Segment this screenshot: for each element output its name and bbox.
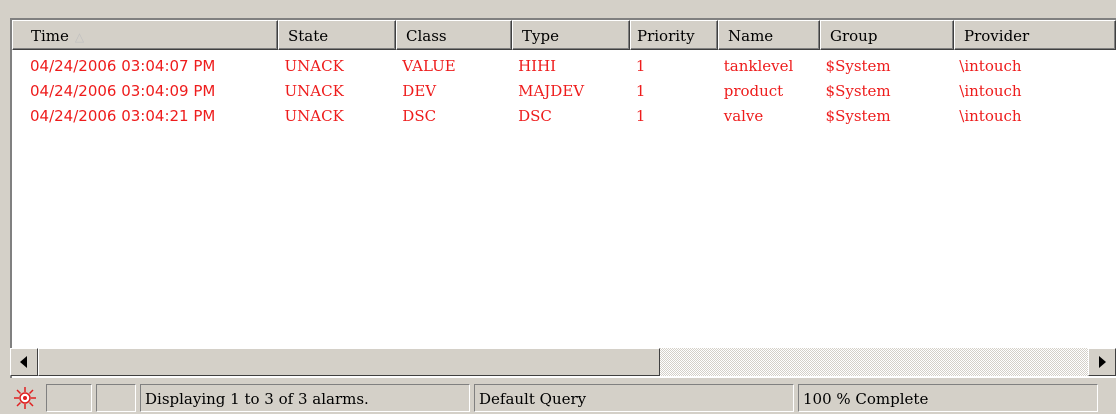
cell-provider: \intouch — [959, 82, 1022, 100]
cell-provider: \intouch — [959, 57, 1022, 75]
column-header-label: Provider — [964, 27, 1030, 45]
scrollbar-track[interactable] — [38, 348, 1088, 376]
cell-class: DSC — [402, 107, 437, 125]
horizontal-scrollbar[interactable] — [10, 348, 1116, 376]
cell-class: VALUE — [402, 57, 456, 75]
column-header-label: Name — [728, 27, 774, 45]
column-header-label: Group — [830, 27, 878, 45]
cell-class: DEV — [402, 82, 437, 100]
cell-priority: 1 — [635, 82, 646, 100]
cell-name: tanklevel — [723, 57, 794, 75]
scroll-right-button[interactable] — [1088, 348, 1116, 376]
cell-priority: 1 — [635, 57, 646, 75]
scroll-right-arrow-icon — [1099, 356, 1106, 368]
cell-type: HIHI — [518, 57, 557, 75]
alarm-indicator — [8, 384, 42, 412]
status-panel-empty-1 — [46, 384, 92, 412]
cell-state: UNACK — [284, 107, 344, 125]
scroll-left-arrow-icon — [20, 356, 27, 368]
alarm-light-icon — [14, 387, 36, 409]
table-row[interactable]: 04/24/2006 03:04:21 PM UNACK DSC DSC 1 v… — [12, 102, 1116, 127]
sort-ascending-icon: △ — [74, 30, 85, 44]
alarm-grid: Time △ State Class Type Priority Name Gro… — [10, 18, 1116, 378]
scrollbar-thumb[interactable] — [38, 348, 660, 376]
column-header-label: Priority — [637, 27, 695, 45]
column-header-label: Time — [31, 27, 69, 45]
cell-type: MAJDEV — [518, 82, 585, 100]
column-header-group[interactable]: Group — [820, 20, 954, 50]
status-progress: 100 % Complete — [798, 384, 1098, 412]
cell-state: UNACK — [284, 57, 344, 75]
scroll-left-button[interactable] — [10, 348, 38, 376]
column-header-label: State — [288, 27, 329, 45]
cell-type: DSC — [518, 107, 552, 125]
cell-time: 04/24/2006 03:04:07 PM — [30, 57, 216, 75]
alarm-rows: 04/24/2006 03:04:07 PM UNACK VALUE HIHI … — [12, 52, 1116, 127]
status-bar: Displaying 1 to 3 of 3 alarms. Default Q… — [0, 382, 1116, 414]
cell-group: $System — [825, 82, 891, 100]
cell-name: product — [723, 82, 784, 100]
column-header-row: Time △ State Class Type Priority Name Gro… — [12, 20, 1116, 50]
cell-provider: \intouch — [959, 107, 1022, 125]
status-panel-empty-2 — [96, 384, 136, 412]
cell-state: UNACK — [284, 82, 344, 100]
column-header-type[interactable]: Type — [512, 20, 630, 50]
cell-name: valve — [723, 107, 764, 125]
column-header-label: Type — [522, 27, 559, 45]
column-header-provider[interactable]: Provider — [954, 20, 1116, 50]
cell-priority: 1 — [635, 107, 646, 125]
cell-group: $System — [825, 107, 891, 125]
column-header-label: Class — [406, 27, 447, 45]
cell-time: 04/24/2006 03:04:09 PM — [30, 82, 216, 100]
column-header-time[interactable]: Time △ — [12, 20, 278, 50]
column-header-state[interactable]: State — [278, 20, 396, 50]
column-header-name[interactable]: Name — [718, 20, 820, 50]
status-message: Displaying 1 to 3 of 3 alarms. — [140, 384, 470, 412]
cell-group: $System — [825, 57, 891, 75]
status-query: Default Query — [474, 384, 794, 412]
table-row[interactable]: 04/24/2006 03:04:09 PM UNACK DEV MAJDEV … — [12, 77, 1116, 102]
column-header-class[interactable]: Class — [396, 20, 512, 50]
column-header-priority[interactable]: Priority — [630, 20, 718, 50]
table-row[interactable]: 04/24/2006 03:04:07 PM UNACK VALUE HIHI … — [12, 52, 1116, 77]
cell-time: 04/24/2006 03:04:21 PM — [30, 107, 216, 125]
